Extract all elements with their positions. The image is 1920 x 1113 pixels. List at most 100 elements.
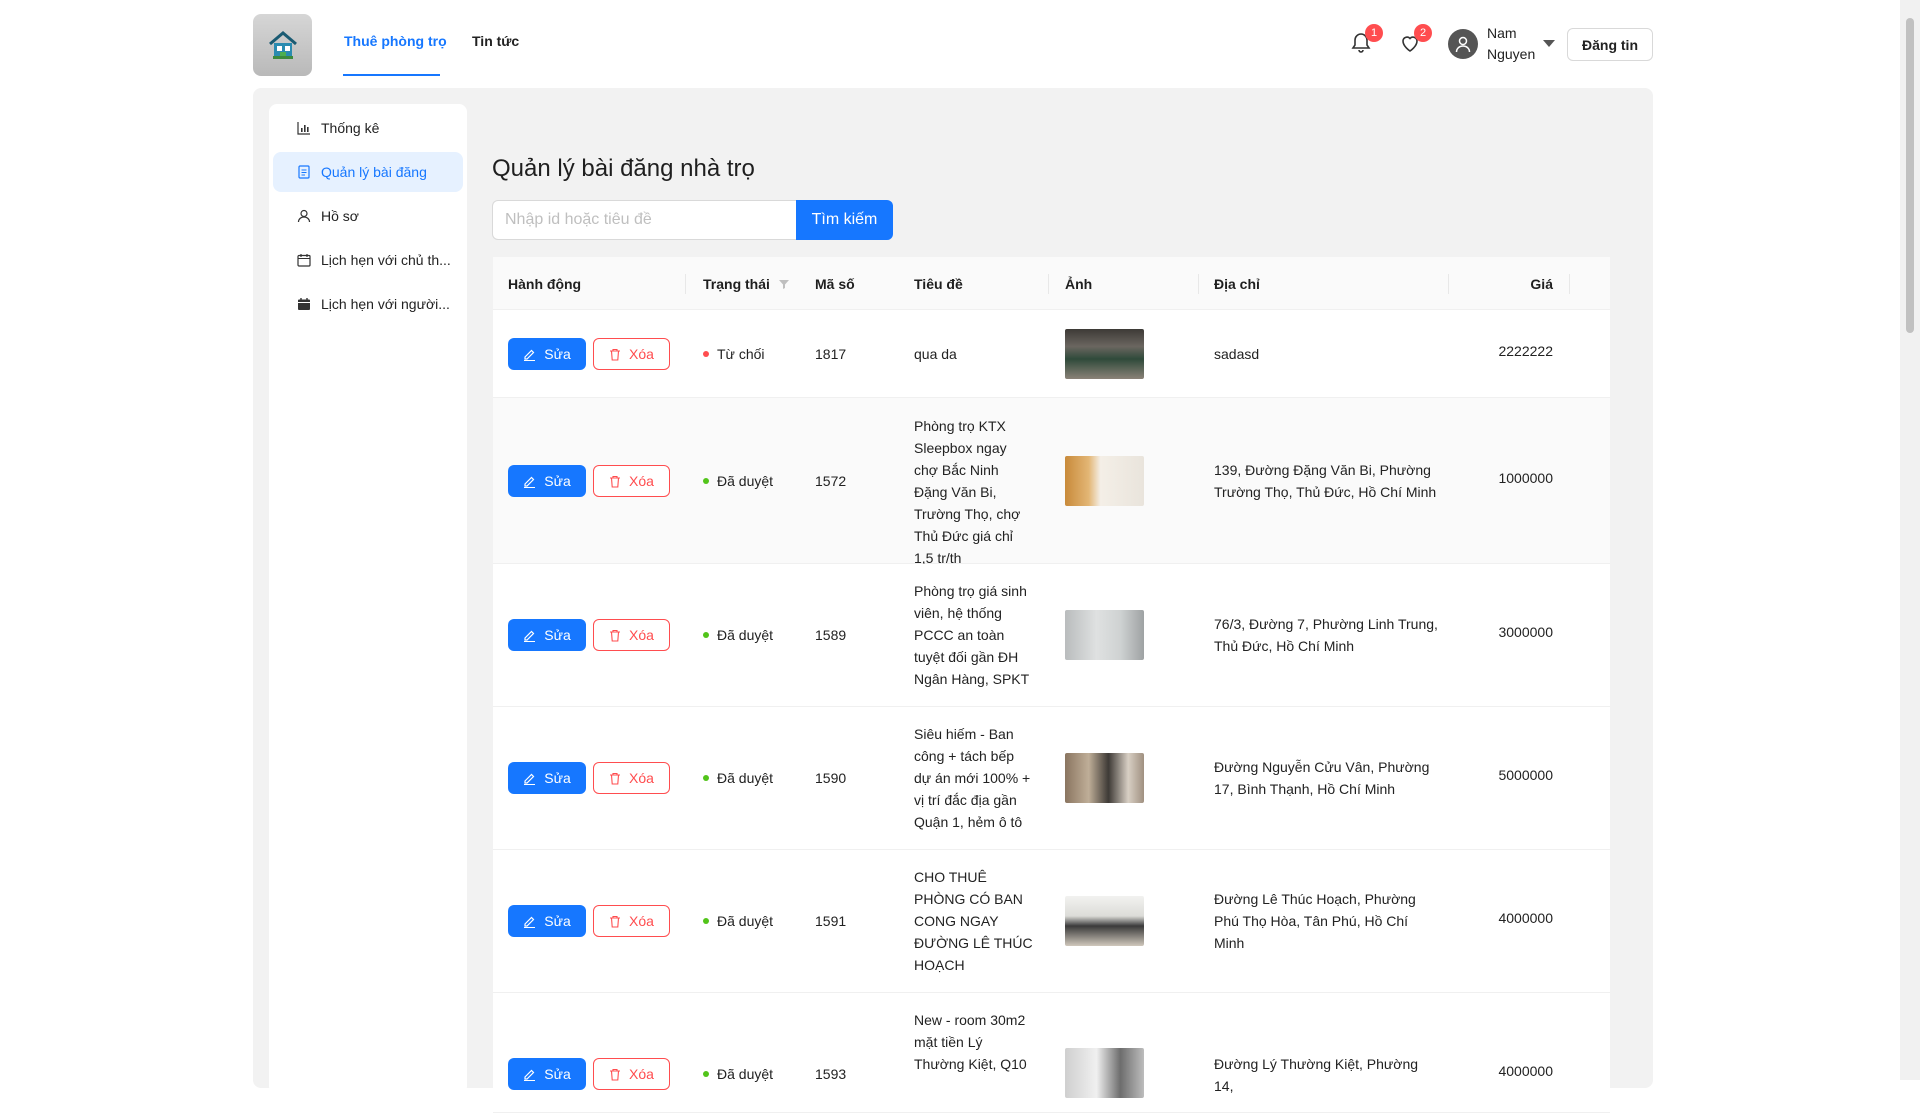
- user-icon: [1455, 36, 1471, 53]
- notification-badge: 1: [1365, 24, 1383, 42]
- edit-icon: [524, 630, 536, 642]
- col-action: Hành động: [508, 275, 582, 292]
- edit-button[interactable]: Sửa: [508, 338, 586, 370]
- edit-button[interactable]: Sửa: [508, 905, 586, 937]
- user-icon: [297, 209, 311, 223]
- delete-button[interactable]: Xóa: [593, 619, 670, 651]
- sidebar-item-profile[interactable]: Hồ sơ: [273, 196, 463, 236]
- post-title: qua da: [914, 346, 957, 362]
- sidebar-item-renter-appointments[interactable]: Lịch hẹn với người...: [273, 284, 463, 324]
- post-title: Phòng trọ giá sinh viên, hệ thống PCCC a…: [914, 583, 1030, 687]
- table-row: Sửa Xóa Đã duyệt 1572 Phòng trọ KTX Slee…: [493, 398, 1610, 566]
- post-title: Siêu hiếm - Ban công + tách bếp dự án mớ…: [914, 726, 1031, 830]
- user-name[interactable]: Nam Nguyen: [1487, 23, 1547, 65]
- sidebar-item-label: Thống kê: [321, 120, 380, 136]
- sidebar-item-statistics[interactable]: Thống kê: [273, 108, 463, 148]
- status-badge: Đã duyệt: [703, 624, 773, 646]
- nav-active-underline: [343, 74, 440, 76]
- col-address: Địa chỉ: [1214, 275, 1260, 292]
- sidebar-item-label: Hồ sơ: [321, 208, 359, 224]
- notification-bell-button[interactable]: 1: [1349, 24, 1383, 56]
- sidebar-item-manage-posts[interactable]: Quản lý bài đăng: [273, 152, 463, 192]
- trash-icon: [610, 915, 621, 928]
- house-logo-icon[interactable]: [253, 14, 312, 76]
- room-photo[interactable]: [1065, 456, 1144, 506]
- delete-button[interactable]: Xóa: [593, 762, 670, 794]
- table-row: Sửa Xóa Đã duyệt 1590 Siêu hiếm - Ban cô…: [493, 707, 1610, 850]
- col-separator: [1048, 274, 1049, 294]
- edit-label: Sửa: [544, 770, 571, 786]
- table-header: Hành động Trạng thái Mã số Tiêu đề Ảnh Đ…: [493, 257, 1610, 310]
- table-row: Sửa Xóa Đã duyệt 1589 Phòng trọ giá sinh…: [493, 564, 1610, 707]
- status-badge: Từ chối: [703, 343, 765, 365]
- posts-table: Hành động Trạng thái Mã số Tiêu đề Ảnh Đ…: [493, 257, 1610, 1113]
- table-row: Sửa Xóa Đã duyệt 1593 New - room 30m2 mặ…: [493, 993, 1610, 1113]
- delete-button[interactable]: Xóa: [593, 905, 670, 937]
- delete-button[interactable]: Xóa: [593, 1058, 670, 1090]
- edit-button[interactable]: Sửa: [508, 762, 586, 794]
- trash-icon: [610, 475, 621, 488]
- room-photo[interactable]: [1065, 896, 1144, 946]
- nav-news[interactable]: Tin tức: [472, 33, 519, 49]
- post-price: 2222222: [1498, 343, 1553, 359]
- col-status[interactable]: Trạng thái: [703, 257, 790, 310]
- col-separator: [1198, 274, 1199, 294]
- favorites-button[interactable]: 2: [1398, 24, 1432, 56]
- post-price: 5000000: [1498, 767, 1553, 783]
- trash-icon: [610, 348, 621, 361]
- filter-icon[interactable]: [778, 278, 790, 290]
- delete-label: Xóa: [629, 473, 654, 489]
- delete-button[interactable]: Xóa: [593, 338, 670, 370]
- status-badge: Đã duyệt: [703, 470, 773, 492]
- post-title: CHO THUÊ PHÒNG CÓ BAN CONG NGAY ĐƯỜNG LÊ…: [914, 869, 1033, 973]
- status-text: Đã duyệt: [717, 770, 774, 786]
- chevron-down-icon[interactable]: [1543, 40, 1555, 47]
- post-id: 1591: [815, 913, 847, 929]
- room-photo[interactable]: [1065, 610, 1144, 660]
- nav-rent-rooms[interactable]: Thuê phòng trọ: [344, 33, 447, 49]
- edit-icon: [524, 773, 536, 785]
- trash-icon: [610, 629, 621, 642]
- edit-icon: [524, 916, 536, 928]
- status-badge: Đã duyệt: [703, 1063, 773, 1085]
- edit-label: Sửa: [544, 913, 571, 929]
- favorites-badge: 2: [1414, 24, 1432, 42]
- status-text: Đã duyệt: [717, 627, 774, 643]
- edit-button[interactable]: Sửa: [508, 619, 586, 651]
- sidebar: Thống kê Quản lý bài đăng Hồ sơ Lịch hẹn…: [269, 104, 467, 1094]
- status-text: Đã duyệt: [717, 913, 774, 929]
- delete-button[interactable]: Xóa: [593, 465, 670, 497]
- user-avatar[interactable]: [1448, 29, 1478, 59]
- edit-button[interactable]: Sửa: [508, 465, 586, 497]
- edit-icon: [524, 476, 536, 488]
- scrollbar-thumb[interactable]: [1906, 18, 1914, 333]
- page-title: Quản lý bài đăng nhà trọ: [492, 155, 755, 182]
- delete-label: Xóa: [629, 346, 654, 362]
- post-price: 4000000: [1498, 1063, 1553, 1079]
- col-id: Mã số: [815, 275, 855, 292]
- col-separator: [685, 274, 686, 294]
- status-dot: [703, 918, 709, 924]
- delete-label: Xóa: [629, 913, 654, 929]
- status-dot: [703, 1071, 709, 1077]
- status-text: Đã duyệt: [717, 1066, 774, 1082]
- room-photo[interactable]: [1065, 1048, 1144, 1098]
- edit-button[interactable]: Sửa: [508, 1058, 586, 1090]
- edit-label: Sửa: [544, 627, 571, 643]
- post-listing-button[interactable]: Đăng tin: [1567, 28, 1653, 61]
- post-id: 1572: [815, 473, 847, 489]
- col-image: Ảnh: [1065, 275, 1093, 292]
- room-photo[interactable]: [1065, 329, 1144, 379]
- sidebar-item-owner-appointments[interactable]: Lịch hẹn với chủ th...: [273, 240, 463, 280]
- post-price: 1000000: [1498, 470, 1553, 486]
- bar-chart-icon: [297, 122, 310, 135]
- trash-icon: [610, 1068, 621, 1081]
- post-price: 3000000: [1498, 624, 1553, 640]
- search-button[interactable]: Tìm kiếm: [796, 200, 893, 240]
- status-badge: Đã duyệt: [703, 910, 773, 932]
- col-separator: [1569, 274, 1570, 294]
- search-input[interactable]: [492, 200, 796, 240]
- calendar-icon: [297, 254, 311, 267]
- room-photo[interactable]: [1065, 753, 1144, 803]
- edit-label: Sửa: [544, 346, 571, 362]
